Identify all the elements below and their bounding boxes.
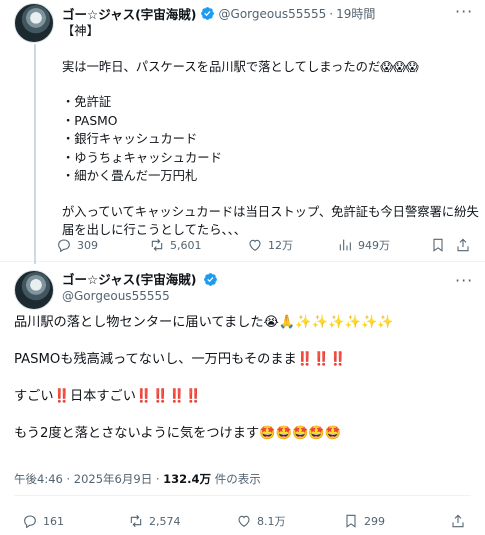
tweet-meta: 午後4:46 · 2025年6月9日 · 132.4万 件の表示 (14, 471, 261, 487)
analytics-icon (339, 239, 351, 251)
more-options-icon[interactable]: ··· (455, 273, 473, 289)
thread-connector-line (34, 44, 36, 264)
reply-button[interactable]: 161 (22, 513, 64, 529)
tweet-view-count: 132.4万 (163, 472, 212, 486)
tweet-timestamp[interactable]: 午後4:46 · 2025年6月9日 · (14, 472, 163, 486)
tweet-text: 【神】 実は一昨日、パスケースを品川駅で落としてしまったのだ😱😱😱 ・免許証 ・… (62, 22, 479, 240)
more-options-icon[interactable]: ··· (455, 4, 473, 20)
tweet-text-line: もう2度と落とさないように気をつけます🤩🤩🤩🤩🤩 (14, 426, 342, 441)
tweet-header: ゴー☆ジャス(宇宙海賊) (62, 271, 222, 289)
tweet-header: ゴー☆ジャス(宇宙海賊) @Gorgeous55555 · 19時間 (62, 4, 375, 23)
divider (14, 495, 471, 496)
author-handle[interactable]: @Gorgeous55555 (219, 7, 327, 21)
share-icon (452, 514, 464, 528)
avatar[interactable] (14, 3, 54, 43)
verified-badge-icon (204, 273, 218, 286)
tweet-text: 品川駅の落とし物センターに届いてました😭🙏✨✨✨✨✨✨ PASMOも残高減ってな… (14, 313, 474, 444)
author-name[interactable]: ゴー☆ジャス(宇宙海賊) (62, 4, 197, 23)
tweet-text-line: PASMOも残高減ってないし、一万円もそのまま‼️‼️‼️ (14, 352, 346, 367)
like-button[interactable]: 12万 (247, 237, 293, 253)
bookmark-icon (433, 238, 443, 252)
like-count: 8.1万 (257, 515, 286, 528)
reply-count: 161 (43, 514, 64, 528)
like-button[interactable]: 8.1万 (236, 513, 286, 529)
reply-count: 309 (77, 238, 98, 252)
tweet-text-line: ・免許証 (62, 95, 112, 109)
reply-icon (24, 515, 36, 529)
repost-icon (130, 514, 142, 528)
bookmark-count: 299 (364, 514, 385, 528)
author-name[interactable]: ゴー☆ジャス(宇宙海賊) (62, 272, 197, 287)
tweet-text-line: 【神】 (62, 24, 99, 38)
repost-icon (151, 238, 163, 252)
reply-button[interactable]: 309 (56, 237, 98, 253)
like-count: 12万 (268, 239, 293, 252)
bookmark-icon (346, 514, 356, 528)
reply-icon (58, 239, 70, 253)
author-handle[interactable]: @Gorgeous55555 (62, 289, 170, 303)
tweet-text-line: ・ゆうちょキャッシュカード (62, 150, 222, 165)
tweet-text-line: 実は一昨日、パスケースを品川駅で落としてしまったのだ😱😱😱 (62, 59, 419, 74)
bookmark-button[interactable] (430, 237, 446, 253)
tweet-actions: 309 5,601 12万 949万 (0, 236, 485, 254)
bookmark-button[interactable]: 299 (343, 513, 385, 529)
tweet-text-line: 品川駅の落とし物センターに届いてました😭🙏✨✨✨✨✨✨ (14, 315, 394, 330)
tweet-time[interactable]: 19時間 (336, 5, 375, 22)
repost-button[interactable]: 5,601 (149, 237, 202, 253)
view-suffix: 件の表示 (211, 472, 261, 486)
tweet-text-line: ・PASMO (62, 113, 118, 128)
tweet-text-line: ・細かく畳んだ一万円札 (62, 169, 198, 183)
views-button[interactable]: 949万 (337, 237, 390, 253)
tweet-actions: 161 2,574 8.1万 299 (0, 512, 485, 530)
repost-button[interactable]: 2,574 (128, 513, 181, 529)
tweet-text-line: すごい‼️日本すごい‼️‼️‼️‼️ (14, 389, 202, 404)
tweet-text-line: が入っていてキャッシュカードは当日ストップ、免許証も今日警察署に紛失 (62, 204, 479, 219)
heart-icon (238, 515, 250, 527)
repost-count: 5,601 (170, 238, 202, 252)
heart-icon (249, 239, 261, 251)
share-button[interactable] (455, 237, 471, 253)
share-button[interactable] (450, 513, 466, 529)
verified-badge-icon (200, 7, 214, 20)
header-separator: · (329, 6, 334, 21)
share-icon (457, 238, 469, 252)
avatar[interactable] (14, 270, 54, 310)
repost-count: 2,574 (149, 514, 181, 528)
tweet-text-line: ・銀行キャッシュカード (62, 132, 198, 146)
view-count: 949万 (358, 239, 390, 252)
parent-tweet[interactable]: ゴー☆ジャス(宇宙海賊) @Gorgeous55555 · 19時間 ··· 【… (0, 0, 485, 264)
